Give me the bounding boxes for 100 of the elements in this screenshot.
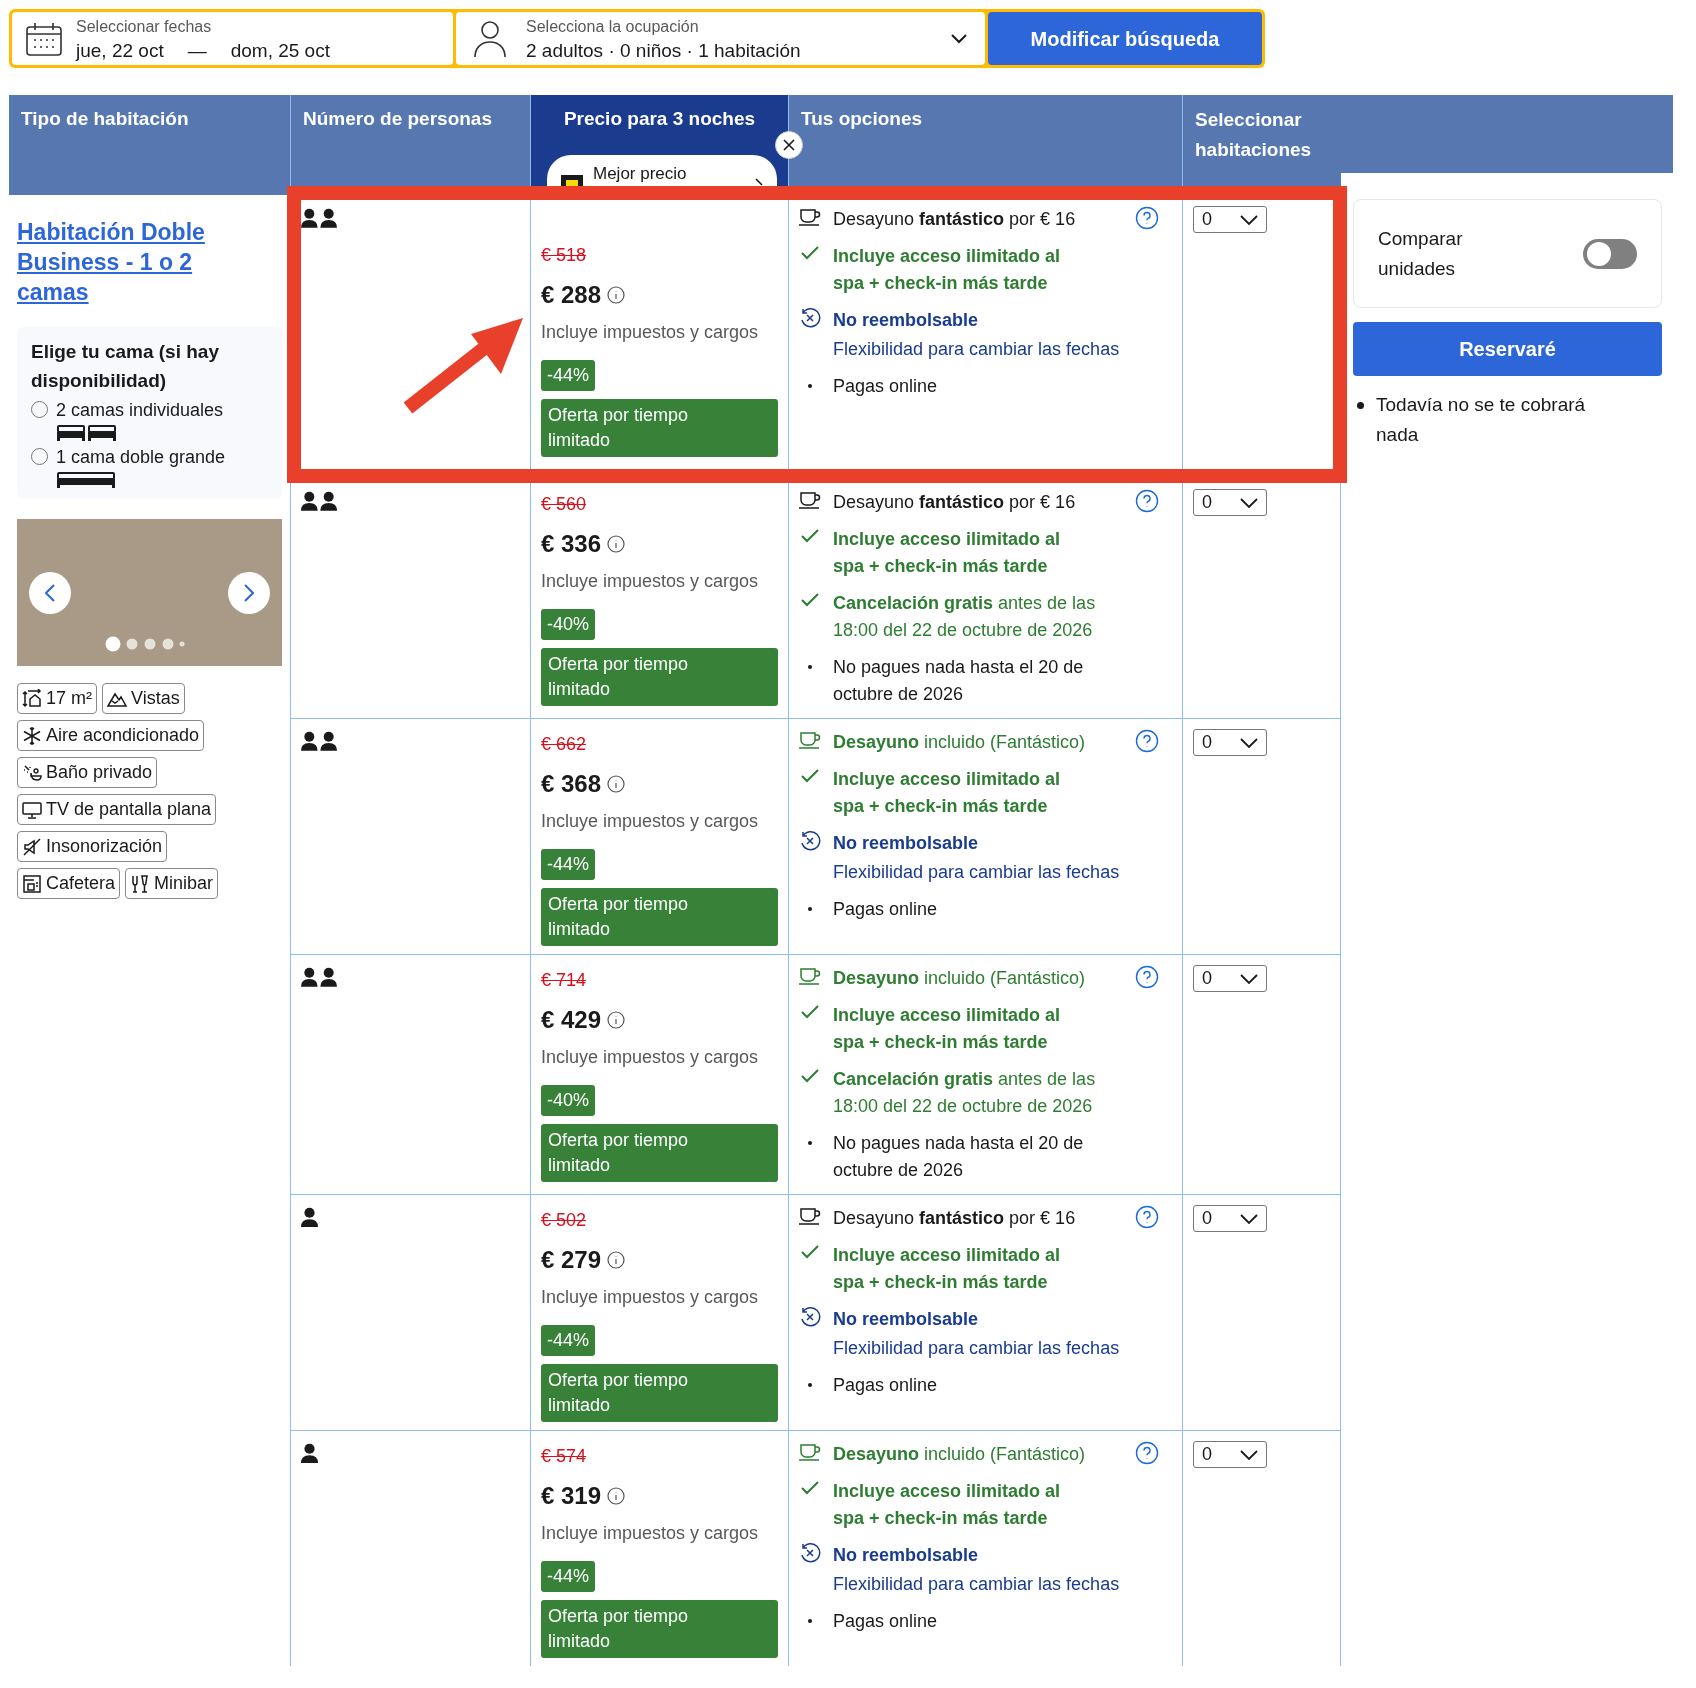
- facility-tag: Vistas: [102, 683, 185, 714]
- bullet-icon: [808, 1141, 812, 1145]
- taxes-note: Incluye impuestos y cargos: [541, 1046, 759, 1069]
- column-header: Tipo de habitación: [9, 95, 291, 195]
- facility-tag: Insonorización: [17, 831, 168, 862]
- help-icon[interactable]: [1135, 1441, 1159, 1465]
- discount-badge: -44%: [541, 849, 596, 880]
- option-text: Pagas online: [833, 375, 939, 398]
- option-title: No reembolsable: [833, 832, 980, 855]
- price: € 319: [541, 1481, 602, 1511]
- option-text: Incluye acceso ilimitado al spa + check-in más tarde: [833, 528, 1062, 578]
- facility-tag: Cafetera: [17, 868, 121, 899]
- shower-icon: [22, 762, 42, 783]
- rooms-select[interactable]: 0: [1193, 489, 1267, 516]
- chevron-down-icon: [1240, 737, 1258, 748]
- bullet-icon: [808, 665, 812, 669]
- chevron-down-icon: [1240, 497, 1258, 508]
- refund-off-icon: [799, 1306, 821, 1328]
- option-text: Incluye acceso ilimitado al spa + check-in más tarde: [833, 1244, 1062, 1294]
- discount-badge: -44%: [541, 1561, 596, 1592]
- option-text: Desayuno fantástico por € 16: [833, 208, 1077, 231]
- help-icon[interactable]: [1135, 965, 1159, 989]
- double-bed-icon: [57, 471, 117, 489]
- option-text: Desayuno incluido (Fantástico): [833, 967, 1087, 990]
- price: € 288: [541, 280, 602, 310]
- rooms-select[interactable]: 0: [1193, 729, 1267, 756]
- info-icon[interactable]: [607, 1251, 626, 1269]
- rooms-select[interactable]: 0: [1193, 965, 1267, 992]
- option-text: No pagues nada hasta el 20 de octubre de 2026: [833, 1132, 1085, 1182]
- help-icon[interactable]: [1135, 489, 1159, 513]
- chevron-left-icon: [45, 583, 55, 602]
- option-text: Pagas online: [833, 1610, 939, 1633]
- original-price: € 714: [541, 969, 587, 992]
- compare-toggle[interactable]: [1583, 238, 1637, 269]
- modify-search-button[interactable]: Modificar búsqueda: [988, 12, 1262, 65]
- original-price: € 518: [541, 244, 587, 267]
- help-icon[interactable]: [1135, 1205, 1159, 1229]
- dates-field[interactable]: Seleccionar fechas jue, 22 oct — dom, 25 oct: [12, 12, 453, 65]
- facility-tag: Minibar: [125, 868, 219, 899]
- cup-icon: [799, 490, 821, 510]
- next-button[interactable]: [228, 571, 270, 614]
- info-icon[interactable]: [607, 286, 626, 304]
- facility-tag: Baño privado: [17, 757, 158, 788]
- occupancy-field[interactable]: Selecciona la ocupación 2 adultos · 0 niños · 1 habitación: [456, 12, 985, 65]
- checkout-date: dom, 25 oct: [230, 38, 330, 63]
- rooms-select[interactable]: 0: [1193, 1205, 1267, 1232]
- best-price-popup[interactable]: Mejor precio: [547, 155, 777, 186]
- chevron-down-icon: [1240, 1449, 1258, 1460]
- chevron-down-icon: [1240, 214, 1258, 225]
- discount-badge: -44%: [541, 1325, 596, 1356]
- help-icon[interactable]: [1135, 206, 1159, 230]
- tv-icon: [22, 799, 42, 820]
- room-title-link[interactable]: Habitación Doble Business - 1 o 2 camas: [17, 217, 282, 307]
- info-icon[interactable]: [607, 1011, 626, 1029]
- taxes-note: Incluye impuestos y cargos: [541, 1522, 759, 1545]
- checkin-date: jue, 22 oct: [76, 38, 164, 63]
- option-text: Desayuno fantástico por € 16: [833, 1207, 1077, 1230]
- taxes-note: Incluye impuestos y cargos: [541, 570, 759, 593]
- cup-icon: [799, 966, 821, 986]
- reserve-button[interactable]: Reservaré: [1353, 322, 1662, 376]
- price: € 368: [541, 769, 602, 799]
- compare-label: Comparar unidades: [1378, 226, 1464, 281]
- deal-badge: Oferta por tiempo limitado: [541, 1124, 778, 1182]
- option-text: No pagues nada hasta el 20 de octubre de 2026: [833, 656, 1085, 706]
- bullet-icon: [808, 384, 812, 388]
- calendar-icon: [26, 21, 62, 56]
- option-subtitle: Flexibilidad para cambiar las fechas: [833, 1337, 1121, 1360]
- info-icon[interactable]: [607, 535, 626, 553]
- chevron-down-icon: [1240, 1213, 1258, 1224]
- option-title: No reembolsable: [833, 1308, 980, 1331]
- taxes-note: Incluye impuestos y cargos: [541, 810, 759, 833]
- option-text: Incluye acceso ilimitado al spa + check-in más tarde: [833, 768, 1062, 818]
- glass-icon: [130, 873, 151, 894]
- previous-button[interactable]: [29, 571, 71, 614]
- facility-tag: TV de pantalla plana: [17, 794, 217, 825]
- taxes-note: Incluye impuestos y cargos: [541, 1286, 759, 1309]
- price: € 336: [541, 529, 602, 559]
- price: € 429: [541, 1005, 602, 1035]
- info-icon[interactable]: [607, 775, 626, 793]
- deal-badge: Oferta por tiempo limitado: [541, 399, 778, 457]
- rooms-select[interactable]: 0: [1193, 1441, 1267, 1468]
- field-label: Seleccionar fechas: [76, 16, 213, 37]
- logo-icon: [561, 175, 583, 186]
- original-price: € 502: [541, 1209, 587, 1232]
- option-text: Incluye acceso ilimitado al spa + check-in más tarde: [833, 245, 1062, 295]
- cup-icon: [799, 1206, 821, 1226]
- original-price: € 560: [541, 493, 587, 516]
- muted-sound-icon: [22, 836, 42, 857]
- option-text: Pagas online: [833, 1374, 939, 1397]
- help-icon[interactable]: [1135, 729, 1159, 753]
- original-price: € 662: [541, 733, 587, 756]
- discount-badge: -40%: [541, 1085, 596, 1116]
- info-icon[interactable]: [607, 1487, 626, 1505]
- option-text: Cancelación gratis antes de las 18:00 del 22 de octubre de 2026: [833, 1068, 1097, 1118]
- deal-badge: Oferta por tiempo limitado: [541, 1600, 778, 1658]
- taxes-note: Incluye impuestos y cargos: [541, 321, 759, 344]
- deal-badge: Oferta por tiempo limitado: [541, 1364, 778, 1422]
- rooms-select[interactable]: 0: [1193, 206, 1267, 233]
- original-price: € 574: [541, 1445, 587, 1468]
- note-text: Todavía no se te cobrará nada: [1376, 393, 1587, 447]
